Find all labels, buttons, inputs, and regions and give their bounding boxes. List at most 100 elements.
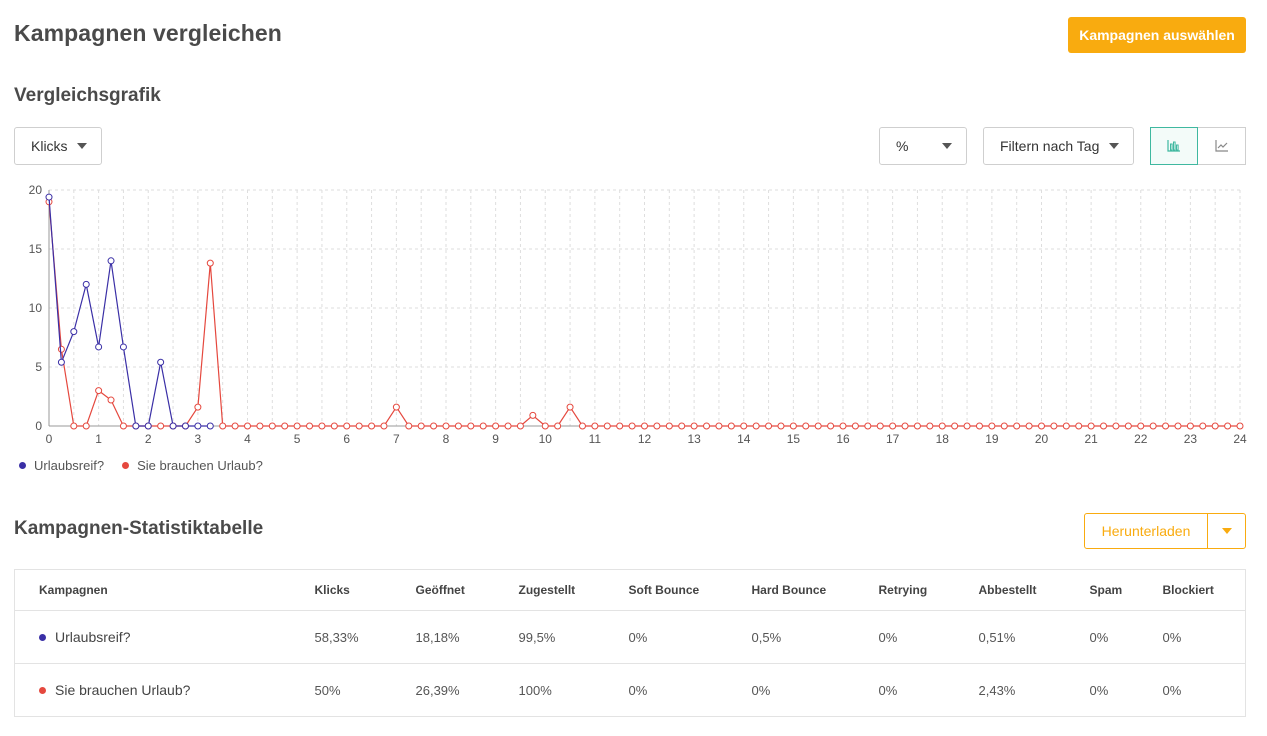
- x-tick-label: 13: [687, 432, 701, 446]
- data-point: [1038, 422, 1045, 430]
- comparison-chart: 051015200 1 2 3 4 5 6 7 8 9 10 11 12 13 14 15 16 17 18 19 20…: [29, 183, 1247, 446]
- data-point: [603, 422, 611, 430]
- cell-klicks: 50%: [314, 682, 341, 698]
- data-point: [789, 422, 797, 430]
- legend-item-urlaubsreif[interactable]: Urlaubsreif?: [19, 458, 104, 473]
- data-point: [306, 422, 314, 430]
- filter-dropdown-value: Filtern nach Tag: [1000, 138, 1100, 154]
- data-point: [467, 422, 475, 430]
- column-header[interactable]: Kampagnen: [14, 569, 315, 611]
- data-point: [144, 422, 152, 430]
- data-point: [616, 422, 624, 430]
- data-point: [244, 422, 251, 430]
- cell-soft-bounce: 0%: [628, 610, 752, 664]
- data-point: [703, 422, 711, 430]
- data-point: [715, 422, 723, 430]
- select-campaigns-button[interactable]: Kampagnen auswählen: [1068, 17, 1246, 53]
- data-point: [938, 422, 946, 430]
- data-point: [504, 422, 512, 430]
- bar-chart-view-button[interactable]: [1150, 127, 1198, 165]
- filter-by-day-dropdown[interactable]: Filtern nach Tag: [983, 127, 1134, 165]
- data-point: [554, 422, 562, 430]
- data-point: [95, 387, 103, 395]
- data-point: [405, 422, 413, 430]
- campaign-name: Urlaubsreif?: [55, 629, 131, 645]
- data-point: [1149, 422, 1157, 430]
- download-options-button[interactable]: [1207, 514, 1245, 548]
- column-header[interactable]: Abbestellt: [978, 569, 1090, 611]
- data-point: [194, 403, 202, 411]
- legend-dot: [19, 462, 26, 469]
- column-header[interactable]: Klicks: [314, 569, 416, 611]
- data-point: [45, 193, 53, 201]
- line-chart-view-button[interactable]: [1198, 127, 1246, 165]
- column-header[interactable]: Soft Bounce: [628, 569, 752, 611]
- data-point: [82, 422, 90, 430]
- x-tick-label: 5: [294, 432, 301, 446]
- legend-dot: [122, 462, 130, 469]
- x-tick-label: 6: [343, 432, 350, 446]
- legend-label: Sie brauchen Urlaub?: [137, 458, 263, 473]
- x-tick-label: 14: [737, 432, 751, 446]
- chevron-down-icon: [77, 143, 87, 149]
- cell-abbestellt: 0,51%: [978, 610, 1090, 664]
- data-point: [988, 422, 996, 430]
- column-header[interactable]: Geöffnet: [415, 569, 519, 611]
- data-point: [578, 422, 586, 430]
- data-point: [1174, 422, 1182, 430]
- x-tick-label: 8: [443, 432, 450, 446]
- data-point: [740, 422, 748, 430]
- data-point: [219, 422, 227, 430]
- data-point: [132, 422, 140, 430]
- cell-geoeffnet: 18,18%: [415, 610, 519, 664]
- column-header[interactable]: Zugestellt: [518, 569, 629, 611]
- data-point: [1013, 422, 1021, 430]
- cell-zugestellt: 100%: [518, 682, 552, 698]
- bar-chart-icon: [1167, 140, 1180, 152]
- data-point: [107, 396, 115, 404]
- chart-view-toggle: [1150, 127, 1246, 165]
- campaign-name: Sie brauchen Urlaub?: [55, 682, 191, 698]
- data-point: [864, 422, 872, 430]
- x-tick-label: 2: [145, 432, 152, 446]
- data-point: [541, 422, 549, 430]
- series-line: [48, 201, 1240, 427]
- download-button[interactable]: Herunterladen: [1085, 514, 1207, 548]
- x-tick-label: 23: [1184, 432, 1198, 446]
- data-point: [1050, 422, 1058, 430]
- data-point: [628, 422, 636, 430]
- data-point: [963, 422, 971, 430]
- column-header[interactable]: Spam: [1089, 569, 1163, 611]
- unit-dropdown[interactable]: %: [879, 127, 967, 165]
- campaign-stats-table: Kampagnen Klicks Geöffnet Zugestellt Sof…: [14, 569, 1246, 717]
- column-header[interactable]: Blockiert: [1162, 569, 1246, 611]
- column-header[interactable]: Hard Bounce: [751, 569, 879, 611]
- data-point: [119, 343, 127, 351]
- data-point: [492, 422, 500, 430]
- data-point: [839, 422, 847, 430]
- x-tick-label: 0: [46, 432, 53, 446]
- data-point: [727, 422, 735, 430]
- data-point: [926, 422, 934, 430]
- cell-blockiert: 0%: [1162, 610, 1246, 664]
- data-point: [641, 422, 648, 430]
- table-row[interactable]: Sie brauchen Urlaub? 50% 26,39% 100% 0% …: [15, 664, 1246, 717]
- x-tick-label: 16: [836, 432, 850, 446]
- data-point: [1236, 422, 1244, 430]
- cell-spam: 0%: [1089, 682, 1109, 698]
- table-row[interactable]: Urlaubsreif? 58,33% 18,18% 99,5% 0% 0,5%…: [14, 610, 1246, 664]
- data-point: [157, 358, 165, 366]
- table-section-title: Kampagnen-Statistiktabelle: [14, 518, 264, 539]
- data-point: [678, 422, 686, 430]
- data-point: [951, 422, 959, 430]
- chart-legend: Urlaubsreif? Sie brauchen Urlaub?: [19, 458, 263, 473]
- data-point: [169, 422, 177, 430]
- x-tick-label: 12: [638, 432, 652, 446]
- cell-blockiert: 0%: [1162, 682, 1182, 698]
- data-point: [82, 280, 90, 288]
- metric-dropdown[interactable]: Klicks: [14, 127, 102, 165]
- legend-item-sie-brauchen-urlaub[interactable]: Sie brauchen Urlaub?: [122, 458, 263, 473]
- column-header[interactable]: Retrying: [878, 569, 979, 611]
- data-point: [194, 422, 202, 430]
- data-point: [1211, 422, 1219, 430]
